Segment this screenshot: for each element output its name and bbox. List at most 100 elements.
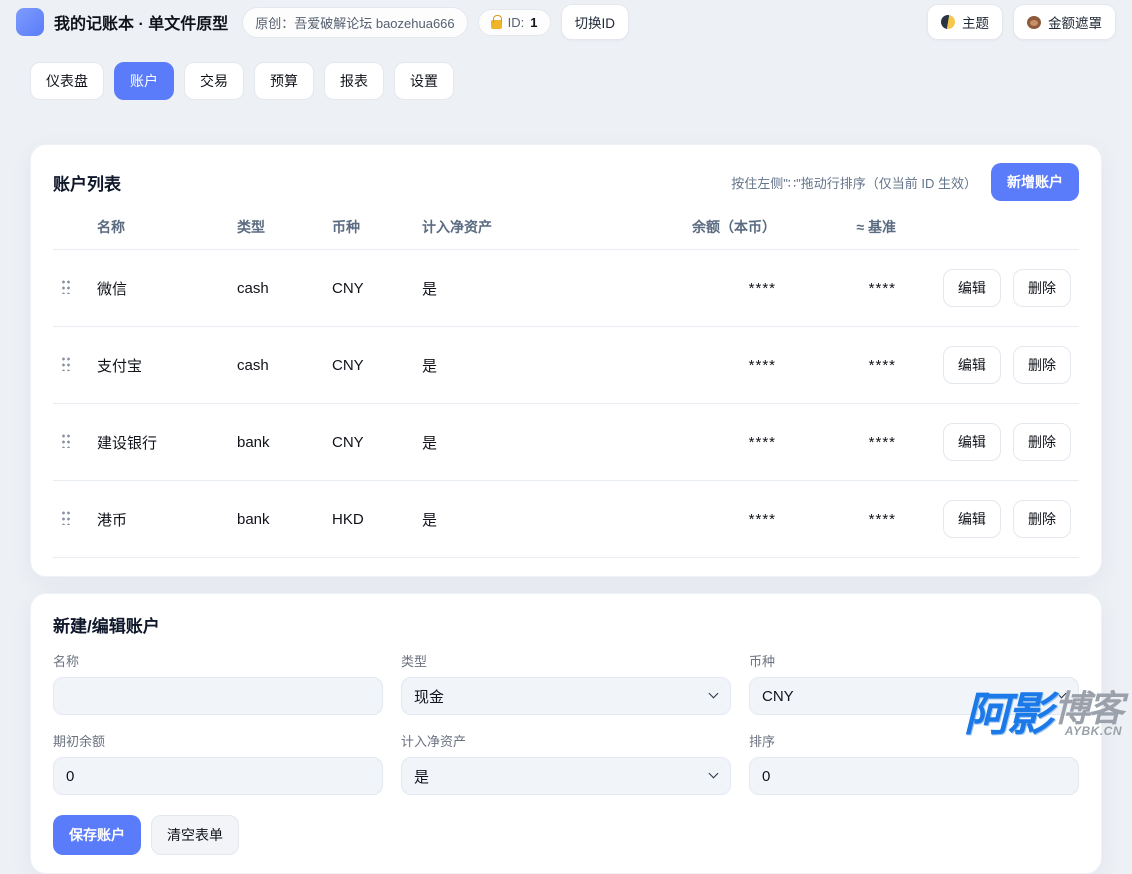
theme-button-label: 主题 xyxy=(962,12,989,32)
save-account-button[interactable]: 保存账户 xyxy=(53,815,141,855)
origin-badge-label: 原创：吾爱破解论坛 baozehua666 xyxy=(255,13,454,32)
header-currency: 币种 xyxy=(324,207,414,250)
name-field-group: 名称 xyxy=(53,651,383,715)
origin-badge: 原创：吾爱破解论坛 baozehua666 xyxy=(242,7,467,38)
table-row: 支付宝 cash CNY 是 **** **** 编辑 删除 xyxy=(53,327,1079,404)
watermark-domain: AYBK.CN xyxy=(1065,725,1122,737)
drag-handle-icon[interactable] xyxy=(61,509,70,525)
table-row: 微信 cash CNY 是 **** **** 编辑 删除 xyxy=(53,250,1079,327)
edit-account-button[interactable]: 编辑 xyxy=(943,500,1001,538)
watermark-logo: 阿影 博客 AYBK.CN xyxy=(964,691,1122,737)
drag-handle-icon[interactable] xyxy=(61,355,70,371)
tab-budget[interactable]: 预算 xyxy=(254,62,314,100)
tab-settings[interactable]: 设置 xyxy=(394,62,454,100)
account-net-asset: 是 xyxy=(414,404,634,481)
account-balance: **** xyxy=(634,404,784,481)
header-type: 类型 xyxy=(229,207,324,250)
tab-transactions[interactable]: 交易 xyxy=(184,62,244,100)
app-logo xyxy=(16,8,44,36)
clear-form-button[interactable]: 清空表单 xyxy=(151,815,239,855)
account-currency: CNY xyxy=(324,327,414,404)
name-input[interactable] xyxy=(53,677,383,715)
header-net-asset: 计入净资产 xyxy=(414,207,634,250)
top-bar: 我的记账本 · 单文件原型 原创：吾爱破解论坛 baozehua666 ID: … xyxy=(0,0,1132,44)
sort-input[interactable] xyxy=(749,757,1079,795)
header-drag-handle xyxy=(53,207,89,250)
see-no-evil-monkey-icon xyxy=(1027,16,1041,29)
account-form-card: 新建/编辑账户 名称 类型 现金 币种 CNY 期初余额 xyxy=(30,593,1102,874)
header-base: ≈ 基准 xyxy=(784,207,904,250)
tab-accounts[interactable]: 账户 xyxy=(114,62,174,100)
delete-account-button[interactable]: 删除 xyxy=(1013,346,1071,384)
type-select[interactable]: 现金 xyxy=(401,677,731,715)
account-base: **** xyxy=(784,404,904,481)
account-currency: CNY xyxy=(324,250,414,327)
account-net-asset: 是 xyxy=(414,327,634,404)
add-account-button[interactable]: 新增账户 xyxy=(991,163,1079,201)
account-base: **** xyxy=(784,250,904,327)
name-field-label: 名称 xyxy=(53,651,383,670)
account-type: bank xyxy=(229,404,324,481)
id-label: ID: xyxy=(508,15,525,30)
account-name: 港币 xyxy=(89,481,229,558)
table-row: 建设银行 bank CNY 是 **** **** 编辑 删除 xyxy=(53,404,1079,481)
watermark-brand-gray: 博客 xyxy=(1054,691,1122,727)
form-buttons: 保存账户 清空表单 xyxy=(53,815,1079,855)
tab-dashboard[interactable]: 仪表盘 xyxy=(30,62,104,100)
account-table: 名称 类型 币种 计入净资产 余额（本币） ≈ 基准 微信 cash CNY 是… xyxy=(53,207,1079,558)
account-list-header: 账户列表 按住左侧"∷"拖动行排序（仅当前 ID 生效） 新增账户 xyxy=(53,163,1079,201)
account-type: cash xyxy=(229,250,324,327)
account-balance: **** xyxy=(634,250,784,327)
net-asset-label: 计入净资产 xyxy=(401,731,731,750)
edit-account-button[interactable]: 编辑 xyxy=(943,269,1001,307)
initial-balance-label: 期初余额 xyxy=(53,731,383,750)
header-balance: 余额（本币） xyxy=(634,207,784,250)
watermark-brand-blue: 阿影 xyxy=(964,691,1050,737)
theme-button[interactable]: 主题 xyxy=(927,4,1003,40)
header-name: 名称 xyxy=(89,207,229,250)
account-form-title: 新建/编辑账户 xyxy=(53,612,1079,637)
table-header-row: 名称 类型 币种 计入净资产 余额（本币） ≈ 基准 xyxy=(53,207,1079,250)
currency-field-label: 币种 xyxy=(749,651,1079,670)
sort-field-group: 排序 xyxy=(749,731,1079,795)
account-base: **** xyxy=(784,481,904,558)
tab-reports[interactable]: 报表 xyxy=(324,62,384,100)
current-id-badge: ID: 1 xyxy=(478,9,551,36)
lock-icon xyxy=(491,20,502,29)
account-balance: **** xyxy=(634,327,784,404)
amount-mask-button[interactable]: 金额遮罩 xyxy=(1013,4,1116,40)
drag-sort-hint: 按住左侧"∷"拖动行排序（仅当前 ID 生效） xyxy=(731,173,977,192)
account-list-card: 账户列表 按住左侧"∷"拖动行排序（仅当前 ID 生效） 新增账户 名称 类型 … xyxy=(30,144,1102,577)
initial-balance-field-group: 期初余额 xyxy=(53,731,383,795)
account-net-asset: 是 xyxy=(414,481,634,558)
account-balance: **** xyxy=(634,481,784,558)
theme-moon-icon xyxy=(941,15,955,29)
amount-mask-label: 金额遮罩 xyxy=(1048,12,1102,32)
app-title: 我的记账本 · 单文件原型 xyxy=(54,10,228,34)
account-form-grid: 名称 类型 现金 币种 CNY 期初余额 计入净资产 xyxy=(53,651,1079,795)
delete-account-button[interactable]: 删除 xyxy=(1013,269,1071,307)
type-field-label: 类型 xyxy=(401,651,731,670)
account-base: **** xyxy=(784,327,904,404)
switch-id-button[interactable]: 切换ID xyxy=(561,4,630,40)
account-name: 建设银行 xyxy=(89,404,229,481)
table-row: 港币 bank HKD 是 **** **** 编辑 删除 xyxy=(53,481,1079,558)
type-field-group: 类型 现金 xyxy=(401,651,731,715)
header-actions xyxy=(904,207,1079,250)
initial-balance-input[interactable] xyxy=(53,757,383,795)
edit-account-button[interactable]: 编辑 xyxy=(943,423,1001,461)
drag-handle-icon[interactable] xyxy=(61,278,70,294)
edit-account-button[interactable]: 编辑 xyxy=(943,346,1001,384)
delete-account-button[interactable]: 删除 xyxy=(1013,423,1071,461)
account-list-title: 账户列表 xyxy=(53,170,121,195)
account-currency: HKD xyxy=(324,481,414,558)
account-name: 微信 xyxy=(89,250,229,327)
account-type: cash xyxy=(229,327,324,404)
account-currency: CNY xyxy=(324,404,414,481)
account-type: bank xyxy=(229,481,324,558)
delete-account-button[interactable]: 删除 xyxy=(1013,500,1071,538)
net-asset-select[interactable]: 是 xyxy=(401,757,731,795)
net-asset-field-group: 计入净资产 是 xyxy=(401,731,731,795)
account-name: 支付宝 xyxy=(89,327,229,404)
drag-handle-icon[interactable] xyxy=(61,432,70,448)
